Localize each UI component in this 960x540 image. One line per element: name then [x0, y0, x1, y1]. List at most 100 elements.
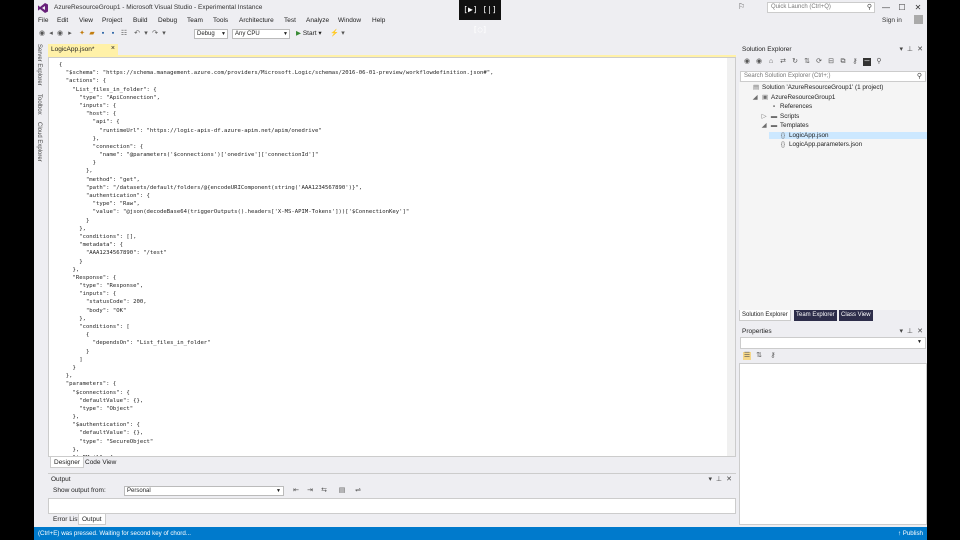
tree-item[interactable]: ▷ ▬ Scripts: [760, 113, 800, 120]
word-wrap-icon[interactable]: ⇌: [354, 487, 362, 495]
preview-selected-items-icon[interactable]: ─: [863, 58, 871, 66]
menu-edit[interactable]: Edit: [57, 17, 68, 24]
properties-icon[interactable]: ⚷: [851, 58, 859, 66]
code-view-tab[interactable]: Code View: [82, 457, 119, 468]
tree-item[interactable]: {} LogicApp.parameters.json: [769, 141, 862, 148]
dropdown-icon[interactable]: ▾: [708, 475, 712, 483]
browser-link-icon[interactable]: ⚡: [330, 30, 339, 38]
user-account-icon[interactable]: [914, 15, 923, 24]
expander-icon[interactable]: ▷: [760, 113, 768, 120]
menu-project[interactable]: Project: [102, 17, 122, 24]
folder-open-icon: ▬: [770, 122, 778, 129]
notification-flag-icon[interactable]: ⚐: [738, 2, 745, 11]
open-folder-icon[interactable]: ▰: [88, 30, 96, 38]
menu-debug[interactable]: Debug: [158, 17, 177, 24]
dropdown-icon[interactable]: ▾: [899, 45, 903, 53]
collapse-all-icon[interactable]: ⊟: [827, 58, 835, 66]
cloud-explorer-tab[interactable]: Cloud Explorer: [36, 122, 42, 162]
tree-item[interactable]: {} LogicApp.json: [769, 131, 927, 139]
expander-icon[interactable]: ◢: [751, 94, 759, 101]
team-explorer-tab[interactable]: Team Explorer: [794, 310, 837, 321]
pin-icon[interactable]: ⊥: [907, 327, 913, 335]
expander-icon[interactable]: ◢: [760, 122, 768, 129]
solution-explorer-icon[interactable]: ☷: [120, 30, 128, 38]
back-arrow-icon[interactable]: ◂: [47, 30, 55, 38]
pin-icon[interactable]: ⊥: [907, 45, 913, 53]
platform-select[interactable]: Any CPU ▼: [232, 29, 290, 39]
close-panel-icon[interactable]: ✕: [917, 45, 923, 53]
save-icon[interactable]: ▪: [99, 30, 107, 38]
menu-window[interactable]: Window: [338, 17, 361, 24]
tree-item[interactable]: ▤ Solution 'AzureResourceGroup1' (1 proje…: [742, 84, 883, 91]
pending-changes-icon[interactable]: ↻: [791, 58, 799, 66]
configuration-select[interactable]: Debug ▼: [194, 29, 228, 39]
prev-message-icon[interactable]: ⇆: [320, 487, 328, 495]
find-message-icon[interactable]: ⇤: [292, 487, 300, 495]
forward-icon[interactable]: ◉: [755, 58, 763, 66]
toolbar-options-icon[interactable]: ▾: [339, 30, 347, 38]
minimize-button[interactable]: —: [879, 2, 893, 13]
publish-button[interactable]: ↑ Publish: [898, 530, 923, 537]
solution-explorer-tab[interactable]: Solution Explorer: [739, 310, 791, 321]
menu-architecture[interactable]: Architecture: [239, 17, 274, 24]
output-panel-tabs: Error List Output: [48, 514, 736, 525]
tree-item[interactable]: ◢ ▣ AzureResourceGroup1: [751, 94, 836, 101]
pin-icon[interactable]: ⊥: [716, 475, 722, 483]
menu-team[interactable]: Team: [187, 17, 203, 24]
show-all-files-icon[interactable]: ⧉: [839, 58, 847, 66]
back-icon[interactable]: ◉: [743, 58, 751, 66]
search-settings-icon[interactable]: ⚲: [875, 58, 883, 66]
switch-views-icon[interactable]: ⇄: [779, 58, 787, 66]
menu-tools[interactable]: Tools: [213, 17, 228, 24]
categorized-icon[interactable]: ☰: [743, 352, 751, 360]
solution-explorer-header: Solution Explorer ▾ ⊥ ✕: [739, 44, 927, 55]
properties-object-select[interactable]: ▼: [740, 337, 926, 349]
editor-vertical-scrollbar[interactable]: [727, 58, 735, 456]
new-project-icon[interactable]: ✦: [78, 30, 86, 38]
back-icon[interactable]: ◉: [38, 30, 46, 38]
dropdown-icon[interactable]: ▾: [899, 327, 903, 335]
menu-build[interactable]: Build: [133, 17, 147, 24]
close-tab-icon[interactable]: ×: [111, 45, 115, 52]
redo-dropdown-icon[interactable]: ▾: [160, 30, 168, 38]
toolbox-tab[interactable]: Toolbox: [36, 94, 42, 115]
designer-tab[interactable]: Designer: [50, 457, 85, 468]
refresh-icon[interactable]: ⟳: [815, 58, 823, 66]
close-button[interactable]: ✕: [911, 2, 925, 13]
code-editor[interactable]: { "$schema": "https://schema.management.…: [48, 57, 736, 457]
menu-view[interactable]: View: [79, 17, 93, 24]
server-explorer-tab[interactable]: Server Explorer: [36, 44, 42, 86]
editor-tab-logicapp-json[interactable]: LogicApp.json* ×: [48, 44, 118, 55]
sign-in-link[interactable]: Sign in: [882, 17, 902, 24]
code-line: "$connections": {: [59, 389, 130, 396]
sync-icon[interactable]: ⇅: [803, 58, 811, 66]
output-text-area[interactable]: [48, 498, 736, 514]
menu-analyze[interactable]: Analyze: [306, 17, 329, 24]
undo-dropdown-icon[interactable]: ▾: [142, 30, 150, 38]
tree-item[interactable]: ▪ References: [760, 103, 812, 110]
undo-icon[interactable]: ↶: [133, 30, 141, 38]
property-pages-icon[interactable]: ⚷: [769, 352, 777, 360]
close-panel-icon[interactable]: ✕: [917, 327, 923, 335]
menu-help[interactable]: Help: [372, 17, 385, 24]
start-debugging-button[interactable]: ▶ Start ▾: [296, 29, 322, 37]
close-panel-icon[interactable]: ✕: [726, 475, 732, 483]
window-title: AzureResourceGroup1 - Microsoft Visual S…: [54, 4, 263, 11]
tree-item[interactable]: ◢ ▬ Templates: [760, 122, 809, 129]
menu-test[interactable]: Test: [284, 17, 296, 24]
redo-icon[interactable]: ↷: [151, 30, 159, 38]
next-message-icon[interactable]: ⇥: [306, 487, 314, 495]
alphabetical-icon[interactable]: ⇅: [755, 352, 763, 360]
output-tab[interactable]: Output: [78, 514, 106, 525]
forward-arrow-icon[interactable]: ▸: [66, 30, 74, 38]
solution-explorer-search-input[interactable]: Search Solution Explorer (Ctrl+;) ⚲: [740, 71, 926, 82]
quick-launch-input[interactable]: Quick Launch (Ctrl+Q) ⚲: [767, 2, 875, 13]
maximize-button[interactable]: ☐: [895, 2, 909, 13]
forward-icon[interactable]: ◉: [56, 30, 64, 38]
clear-all-icon[interactable]: ▤: [338, 487, 346, 495]
output-source-select[interactable]: Personal ▼: [124, 486, 284, 496]
save-all-icon[interactable]: ▪: [109, 30, 117, 38]
class-view-tab[interactable]: Class View: [839, 310, 873, 321]
home-icon[interactable]: ⌂: [767, 58, 775, 66]
menu-file[interactable]: File: [38, 17, 48, 24]
